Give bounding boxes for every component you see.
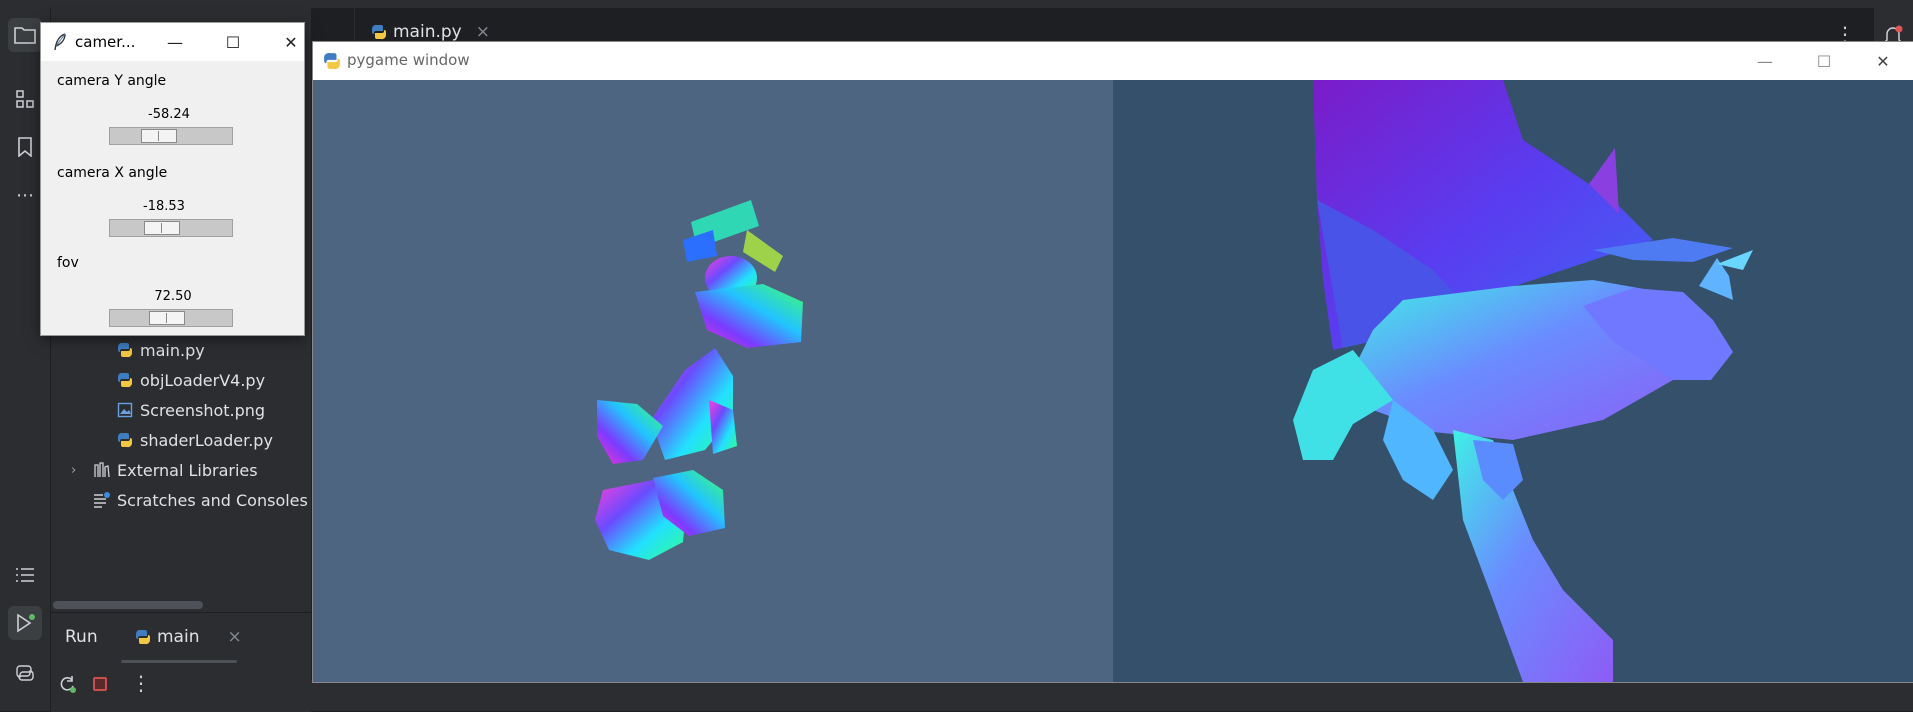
- tree-item-label: main.py: [140, 340, 205, 360]
- run-tab-main[interactable]: main ×: [135, 623, 242, 651]
- more-tools-icon[interactable]: ⋯: [8, 178, 42, 212]
- horizontal-scrollbar[interactable]: [53, 601, 203, 609]
- slider-camera-x[interactable]: [109, 219, 233, 237]
- tree-item-label: objLoaderV4.py: [140, 370, 266, 390]
- tree-item-label: shaderLoader.py: [140, 430, 273, 450]
- slider-label-fov: fov: [57, 255, 79, 271]
- python-file-icon: [371, 24, 387, 40]
- pygame-titlebar: pygame window — ☐ ✕: [313, 42, 1913, 80]
- close-button[interactable]: ✕: [1854, 42, 1912, 80]
- python-file-icon: [116, 341, 134, 359]
- maximize-button[interactable]: ☐: [209, 23, 257, 61]
- slider-value-camera-y: -58.24: [148, 107, 190, 122]
- python-console-icon[interactable]: [8, 656, 42, 690]
- tree-item-objloader[interactable]: objLoaderV4.py: [116, 366, 265, 394]
- python-file-icon: [116, 431, 134, 449]
- run-tab-close-icon[interactable]: ×: [227, 627, 241, 647]
- ide-top-bar: [0, 0, 1913, 8]
- tree-item-label: External Libraries: [117, 460, 258, 480]
- slider-value-camera-x: -18.53: [143, 199, 185, 214]
- tree-item-shaderloader[interactable]: shaderLoader.py: [116, 426, 273, 454]
- slider-thumb[interactable]: [141, 129, 177, 143]
- python-file-icon: [116, 371, 134, 389]
- image-file-icon: [116, 401, 134, 419]
- slider-thumb[interactable]: [144, 221, 180, 235]
- slider-fov[interactable]: [109, 309, 233, 327]
- rerun-icon[interactable]: [57, 674, 77, 694]
- run-panel: Run main × ⋮: [51, 612, 311, 712]
- maximize-button[interactable]: ☐: [1795, 42, 1853, 80]
- status-strip: [311, 680, 1874, 711]
- run-tab-indicator: [121, 660, 237, 663]
- slider-label-camera-y: camera Y angle: [57, 73, 167, 89]
- camera-controls-window: camer... — ☐ ✕ camera Y angle -58.24 cam…: [41, 23, 304, 335]
- pygame-window-title: pygame window: [347, 51, 470, 69]
- close-button[interactable]: ✕: [267, 23, 315, 61]
- tk-titlebar: camer... — ☐ ✕: [41, 23, 304, 61]
- tree-item-label: Screenshot.png: [140, 400, 266, 420]
- chevron-right-icon[interactable]: ›: [71, 463, 93, 478]
- editor-tab-main[interactable]: main.py ×: [371, 22, 490, 42]
- project-folder-icon[interactable]: [8, 18, 42, 52]
- structure-icon[interactable]: [8, 82, 42, 116]
- slider-thumb[interactable]: [149, 311, 185, 325]
- run-panel-title: Run: [65, 627, 98, 647]
- feather-app-icon: [53, 33, 67, 55]
- tree-item-screenshot[interactable]: Screenshot.png: [116, 396, 265, 424]
- scratches-icon: [93, 491, 111, 509]
- more-options-icon[interactable]: ⋮: [131, 671, 151, 695]
- library-icon: [93, 461, 111, 479]
- editor-tab-close-icon[interactable]: ×: [476, 22, 490, 42]
- todo-list-icon[interactable]: [8, 558, 42, 592]
- pygame-window: pygame window — ☐ ✕: [313, 42, 1913, 682]
- pygame-app-icon: [323, 52, 341, 74]
- run-tool-icon[interactable]: [8, 606, 42, 640]
- run-tab-label: main: [157, 627, 200, 647]
- tree-item-main[interactable]: main.py: [116, 336, 205, 364]
- minimize-button[interactable]: —: [1736, 42, 1794, 80]
- tree-item-scratches[interactable]: Scratches and Consoles: [93, 486, 308, 514]
- slider-camera-y[interactable]: [109, 127, 233, 145]
- slider-label-camera-x: camera X angle: [57, 165, 168, 181]
- tk-window-title: camer...: [75, 33, 136, 51]
- tree-item-label: Scratches and Consoles: [117, 490, 308, 510]
- bookmark-icon[interactable]: [8, 130, 42, 164]
- stop-icon[interactable]: [93, 677, 107, 691]
- minimize-button[interactable]: —: [151, 23, 199, 61]
- editor-tab-label: main.py: [393, 22, 462, 42]
- tree-item-external-libraries[interactable]: › External Libraries: [71, 456, 258, 484]
- python-file-icon: [135, 629, 151, 645]
- render-canvas[interactable]: [313, 80, 1913, 682]
- slider-value-fov: 72.50: [154, 289, 192, 304]
